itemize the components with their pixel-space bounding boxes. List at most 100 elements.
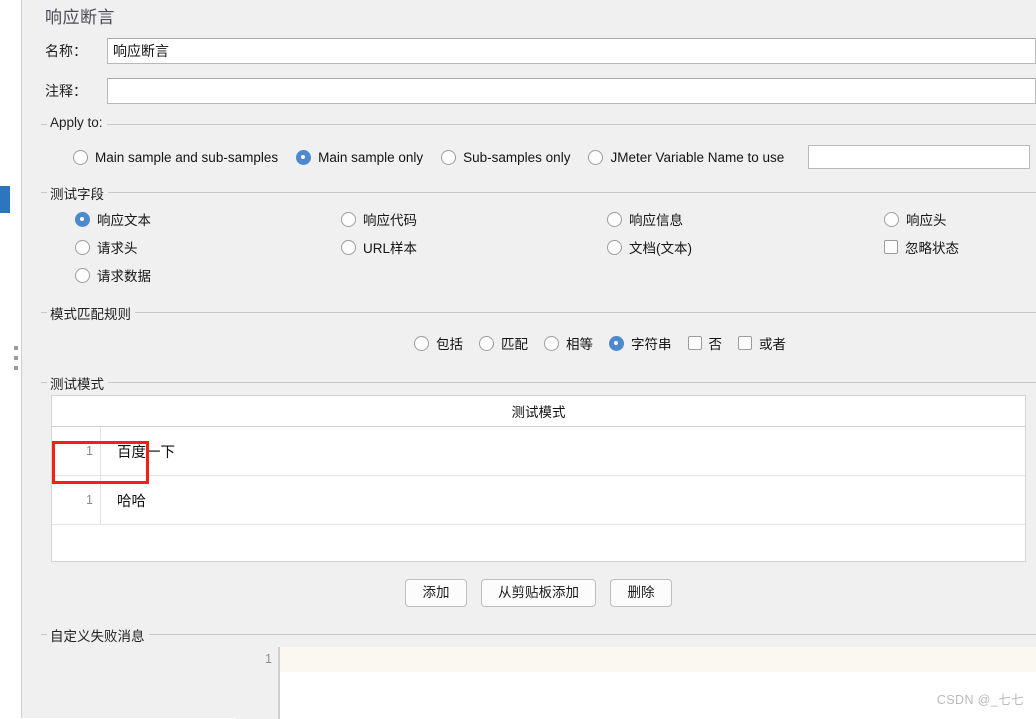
radio-contains[interactable]: 包括: [414, 333, 463, 353]
option-label: 包括: [436, 337, 463, 352]
patterns-table[interactable]: 测试模式 1 百度一下 1 哈哈: [51, 395, 1026, 562]
editor-text-area[interactable]: [280, 647, 1036, 719]
radio-icon: [544, 335, 559, 351]
test-patterns-group: 测试模式 测试模式 1 百度一下 1 哈哈 添加 从剪贴板添加 删除: [41, 373, 1036, 619]
row-number: 1: [86, 444, 93, 458]
radio-response-text[interactable]: 响应文本: [75, 209, 341, 229]
option-label: 请求数据: [97, 269, 151, 284]
radio-icon: [414, 335, 429, 351]
radio-icon-selected: [609, 335, 624, 351]
name-row: 名称：: [45, 38, 1036, 64]
checkbox-icon: [884, 240, 898, 254]
radio-icon: [607, 239, 622, 255]
radio-response-headers[interactable]: 响应头: [884, 209, 1026, 229]
radio-main-sample-only[interactable]: Main sample only: [296, 149, 424, 165]
row-value[interactable]: 百度一下: [100, 441, 175, 462]
checkbox-not[interactable]: 否: [687, 333, 723, 353]
table-column-header[interactable]: 测试模式: [52, 396, 1025, 427]
checkbox-ignore-status[interactable]: 忽略状态: [884, 237, 1026, 257]
checkbox-icon: [687, 336, 702, 350]
row-value[interactable]: 哈哈: [100, 490, 146, 511]
radio-request-headers[interactable]: 请求头: [75, 237, 341, 257]
radio-icon: [441, 149, 457, 165]
add-from-clipboard-button[interactable]: 从剪贴板添加: [481, 579, 596, 607]
delete-button[interactable]: 删除: [610, 579, 672, 607]
radio-response-code[interactable]: 响应代码: [341, 209, 607, 229]
option-label: Main sample and sub-samples: [95, 149, 279, 165]
option-label: 文档(文本): [629, 241, 692, 256]
radio-equals[interactable]: 相等: [544, 333, 593, 353]
option-label: Main sample only: [318, 149, 424, 165]
option-label: 响应文本: [97, 213, 151, 228]
response-assertion-window: 响应断言 名称： 注释： Apply to: Main sample and s…: [0, 0, 1036, 719]
checkbox-icon: [738, 336, 752, 350]
active-tab-marker[interactable]: [0, 186, 10, 213]
option-label: 或者: [759, 337, 786, 352]
option-label: 响应头: [906, 213, 947, 228]
radio-icon: [479, 335, 494, 351]
apply-to-group: Apply to: Main sample and sub-samples Ma…: [41, 115, 1036, 181]
name-input[interactable]: [107, 38, 1036, 64]
fail-message-legend: 自定义失败消息: [47, 625, 149, 645]
fail-message-group: 自定义失败消息 1: [41, 625, 1036, 719]
pattern-rules-options: 包括 匹配 相等 字符串 否 或者: [398, 333, 786, 353]
option-label: 响应代码: [363, 213, 417, 228]
test-field-legend: 测试字段: [47, 183, 108, 203]
radio-matches[interactable]: 匹配: [479, 333, 528, 353]
option-label: 匹配: [501, 337, 528, 352]
option-label: 请求头: [97, 241, 138, 256]
option-label: 相等: [566, 337, 593, 352]
editor-active-line: [280, 647, 1036, 672]
watermark: CSDN @_七七: [936, 693, 1024, 707]
row-number: 1: [86, 493, 93, 507]
radio-icon: [75, 239, 90, 255]
left-rail: [0, 0, 22, 718]
radio-icon-selected: [75, 211, 90, 227]
table-row[interactable]: 1 百度一下: [52, 427, 1025, 476]
test-patterns-legend: 测试模式: [47, 373, 108, 393]
checkbox-or[interactable]: 或者: [738, 333, 786, 353]
row-separator: [100, 427, 101, 475]
radio-request-data[interactable]: 请求数据: [75, 265, 341, 285]
row-separator: [100, 476, 101, 524]
pattern-rules-legend: 模式匹配规则: [47, 303, 135, 323]
apply-to-legend: Apply to:: [47, 115, 107, 130]
radio-icon: [73, 149, 88, 165]
radio-icon: [341, 211, 356, 227]
radio-icon-selected: [296, 149, 312, 165]
jmeter-variable-input[interactable]: [808, 145, 1030, 169]
radio-substring[interactable]: 字符串: [609, 333, 672, 353]
radio-response-message[interactable]: 响应信息: [607, 209, 884, 229]
option-label: Sub-samples only: [463, 149, 571, 165]
patterns-button-row: 添加 从剪贴板添加 删除: [41, 579, 1036, 607]
option-label: JMeter Variable Name to use: [610, 149, 785, 165]
option-label: URL样本: [363, 241, 418, 256]
test-field-group: 测试字段 响应文本 响应代码 响应信息 响应头 请求头 URL样本 文档(文本)…: [41, 183, 1036, 297]
pattern-rules-group: 模式匹配规则 包括 匹配 相等 字符串 否 或者: [41, 303, 1036, 375]
test-field-options: 响应文本 响应代码 响应信息 响应头 请求头 URL样本 文档(文本) 忽略状态…: [75, 205, 1026, 289]
radio-icon: [341, 239, 356, 255]
radio-sub-samples-only[interactable]: Sub-samples only: [441, 149, 571, 165]
radio-document-text[interactable]: 文档(文本): [607, 237, 884, 257]
option-label: 响应信息: [629, 213, 683, 228]
splitter-grip-icon[interactable]: [14, 346, 19, 370]
radio-icon: [607, 211, 622, 227]
name-label: 名称：: [45, 43, 87, 59]
radio-url-sample[interactable]: URL样本: [341, 237, 607, 257]
add-button[interactable]: 添加: [405, 579, 467, 607]
radio-main-and-sub-samples[interactable]: Main sample and sub-samples: [73, 149, 279, 165]
radio-icon: [884, 211, 899, 227]
fail-message-editor[interactable]: 1: [236, 647, 1036, 719]
option-label: 字符串: [631, 337, 672, 352]
table-row[interactable]: 1 哈哈: [52, 476, 1025, 525]
option-label: 否: [708, 337, 723, 352]
radio-icon: [75, 267, 90, 283]
panel-content: 响应断言 名称： 注释： Apply to: Main sample and s…: [31, 0, 1036, 719]
comment-input[interactable]: [107, 78, 1036, 104]
page-title: 响应断言: [45, 8, 115, 27]
main-panel: 响应断言 名称： 注释： Apply to: Main sample and s…: [22, 0, 1036, 719]
comment-label: 注释：: [45, 83, 87, 99]
editor-line-number: 1: [236, 647, 280, 719]
radio-jmeter-variable[interactable]: JMeter Variable Name to use: [588, 149, 785, 165]
comment-row: 注释：: [45, 78, 1036, 104]
